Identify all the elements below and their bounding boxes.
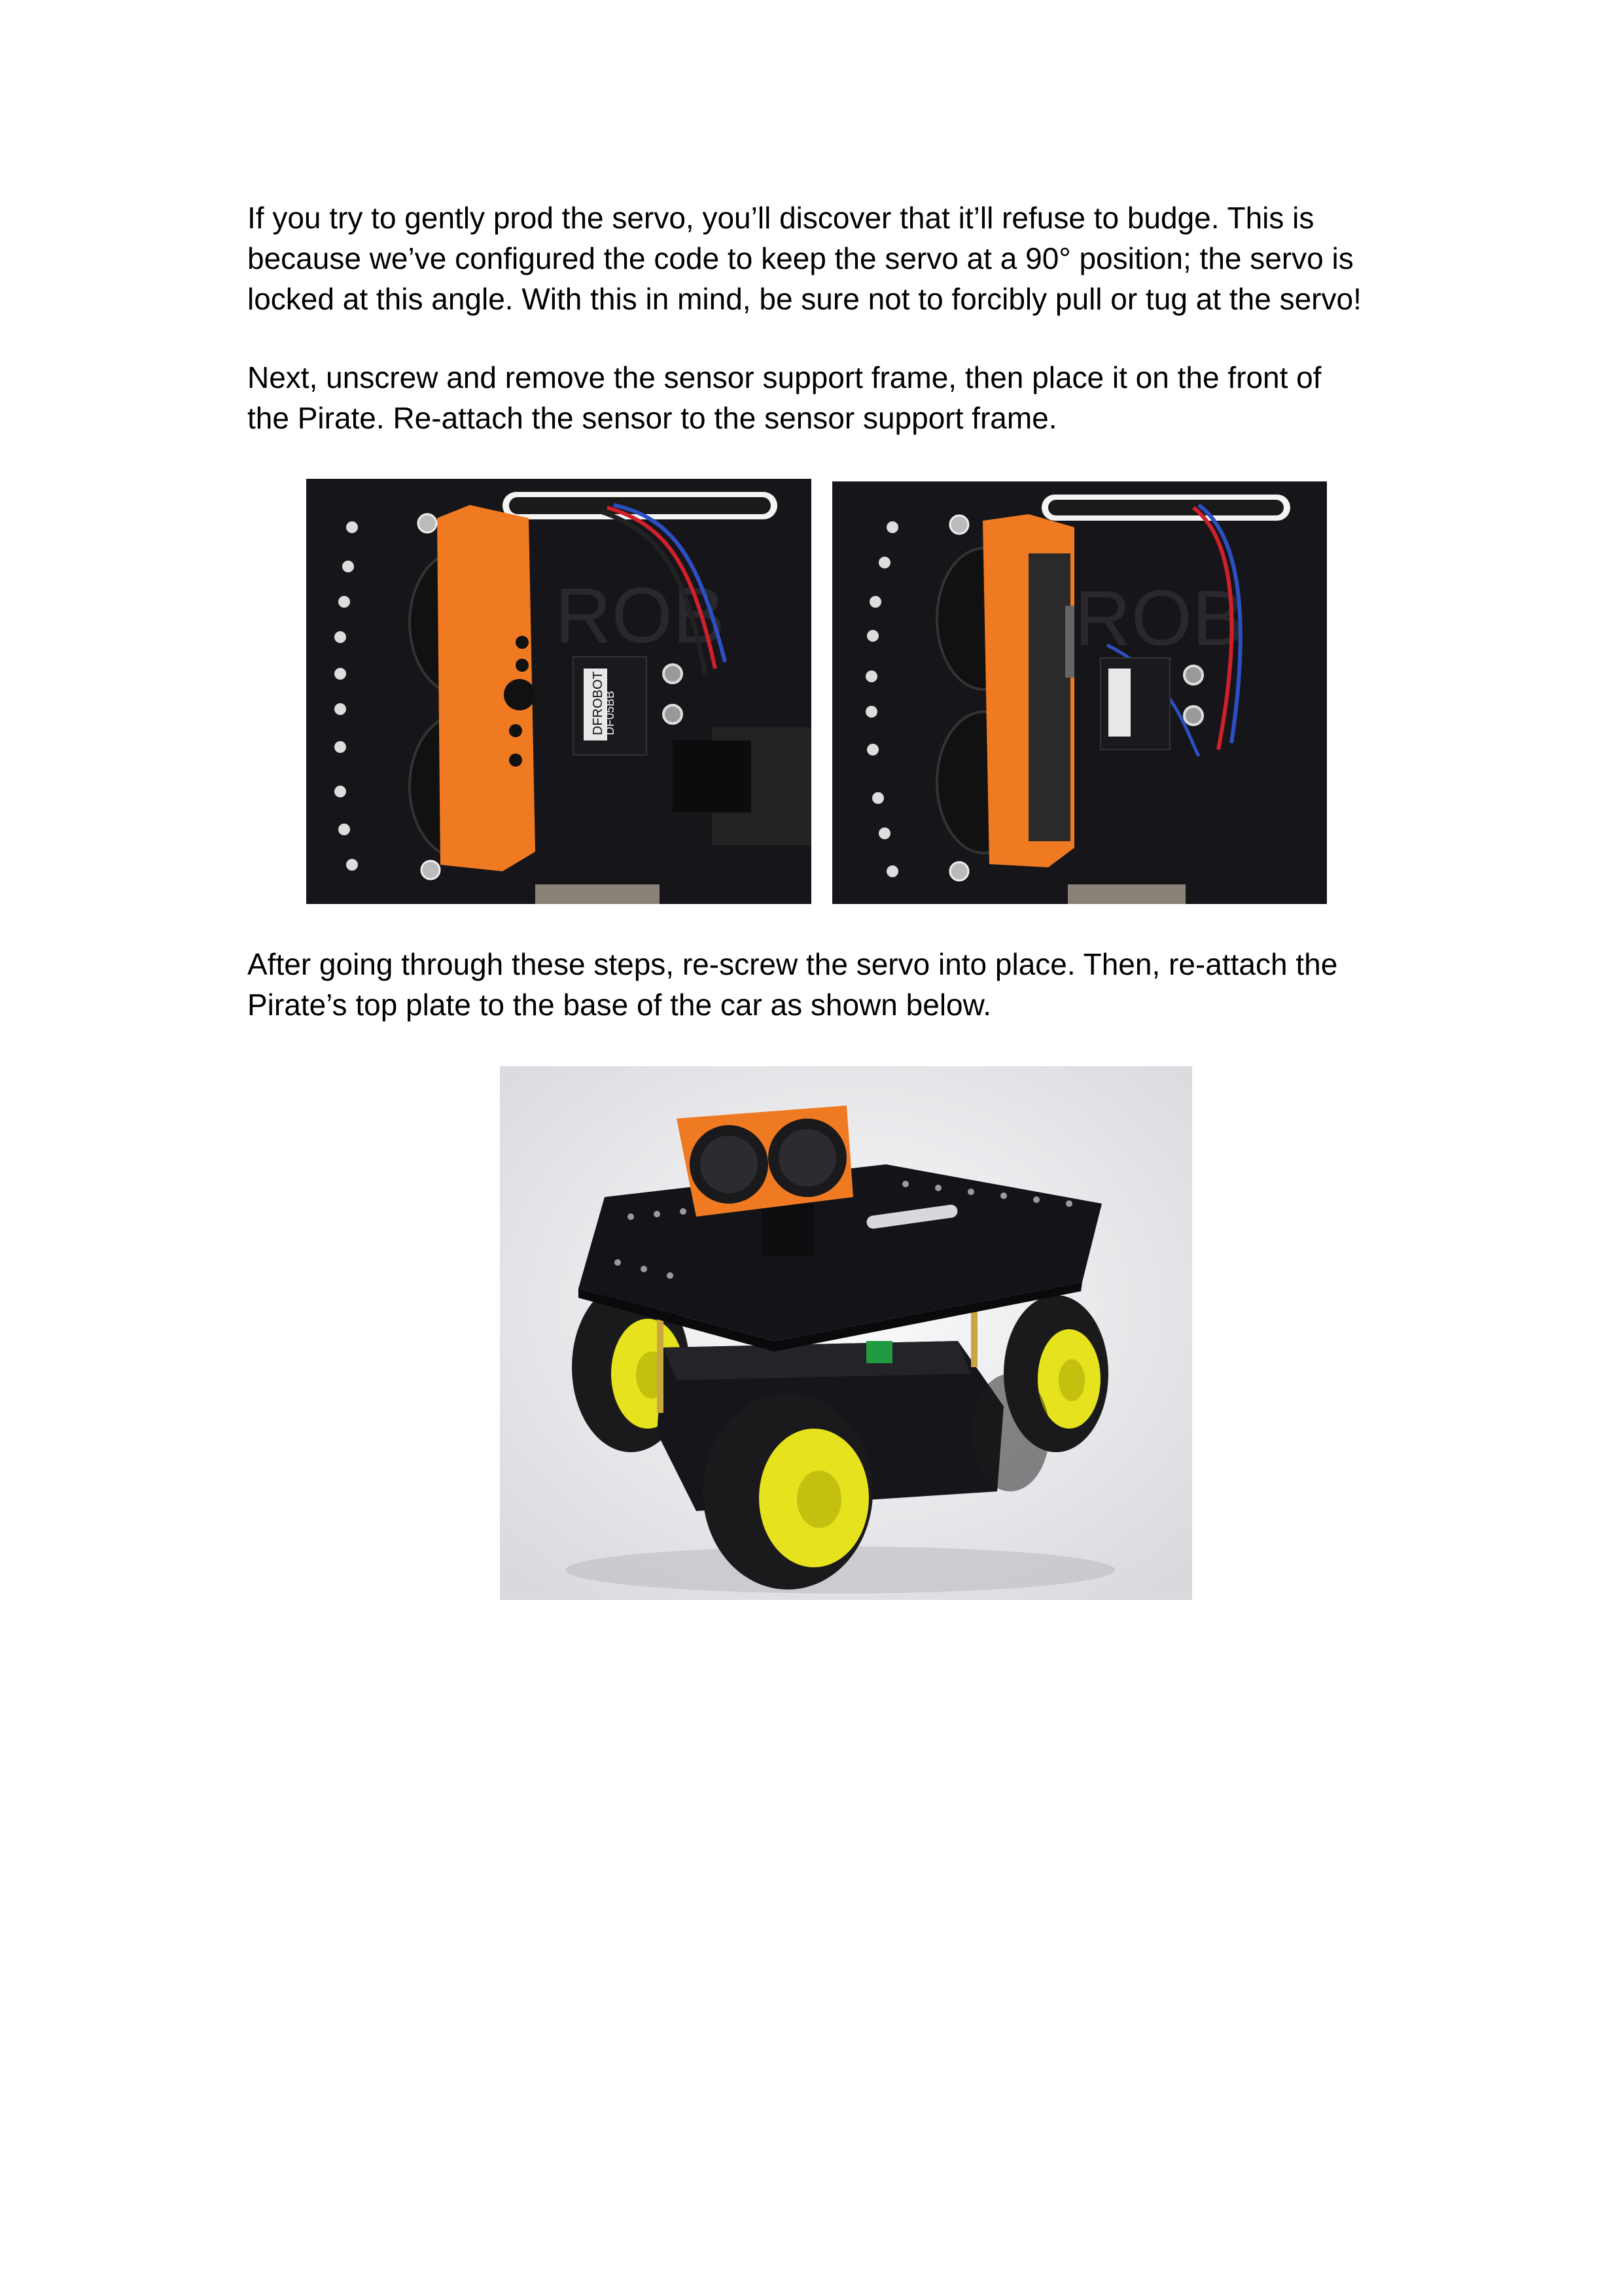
text-line: Next, unscrew and remove the sensor supp…	[247, 360, 1322, 394]
document-page: If you try to gently prod the servo, you…	[0, 0, 1622, 2296]
paragraph-sensor-frame: Next, unscrew and remove the sensor supp…	[247, 357, 1399, 438]
svg-text:ROB: ROB	[1074, 574, 1244, 662]
text-line: Pirate’s top plate to the base of the ca…	[247, 988, 992, 1022]
photo-sensor-bracket-before: ROB DFROBOT DF05BB	[306, 479, 811, 904]
text-line: the Pirate. Re-attach the sensor to the …	[247, 401, 1057, 435]
servo-label-model: DF05BB	[603, 691, 616, 735]
text-line: locked at this angle. With this in mind,…	[247, 282, 1362, 316]
paragraph-reattach-plate: After going through these steps, re-scre…	[247, 944, 1399, 1025]
text-line: If you try to gently prod the servo, you…	[247, 201, 1314, 235]
paragraph-servo-locked: If you try to gently prod the servo, you…	[247, 198, 1399, 319]
photo-sensor-bracket-after: ROB	[832, 481, 1327, 904]
text-line: because we’ve configured the code to kee…	[247, 241, 1354, 275]
photo-assembled-car	[500, 1066, 1192, 1600]
text-line: After going through these steps, re-scre…	[247, 947, 1338, 981]
